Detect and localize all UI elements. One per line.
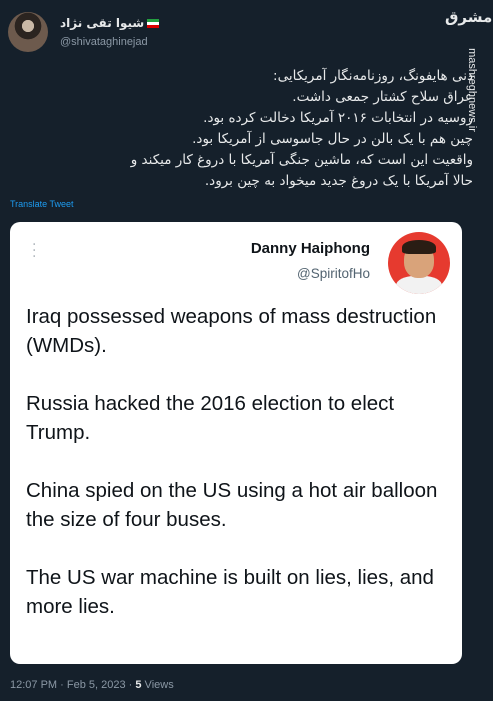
iran-flag-icon [147,19,160,28]
watermark-logo: مشرق [445,8,493,26]
tweet-time[interactable]: 12:07 PM [10,679,57,691]
avatar-hair [402,240,436,254]
tweet-header: شیوا تقی نژاد @shivataghinejad [8,8,493,56]
card-author-avatar[interactable] [388,232,450,294]
meta-separator: · [57,679,67,691]
avatar-shirt [396,276,442,294]
card-paragraph: The US war machine is built on lies, lie… [26,566,434,618]
quoted-tweet-card[interactable]: · · · Danny Haiphong @SpiritofHo Iraq poss… [10,222,462,664]
translate-tweet-link[interactable]: Translate Tweet [10,199,74,209]
meta-separator: · [125,679,136,691]
tweet-date[interactable]: Feb 5, 2023 [67,679,126,691]
tweet-text: دنی هایفونگ، روزنامه‌نگار آمریکایی: عراق… [130,68,473,189]
author-handle[interactable]: @shivataghinejad [60,36,148,48]
card-paragraph: Russia hacked the 2016 election to elect… [26,392,395,444]
card-paragraph: China spied on the US using a hot air ba… [26,479,438,531]
card-author-handle[interactable]: @SpiritofHo [297,266,370,281]
views-label: Views [141,679,174,691]
card-body: Iraq possessed weapons of mass destructi… [26,302,444,650]
author-name[interactable]: شیوا تقی نژاد [60,16,160,30]
card-author-name[interactable]: Danny Haiphong [251,240,370,257]
card-paragraph: Iraq possessed weapons of mass destructi… [26,305,437,357]
more-options-icon[interactable]: · · · [32,238,36,264]
author-avatar[interactable] [8,12,48,52]
tweet-meta: 12:07 PM · Feb 5, 2023 · 5 Views [10,679,174,691]
